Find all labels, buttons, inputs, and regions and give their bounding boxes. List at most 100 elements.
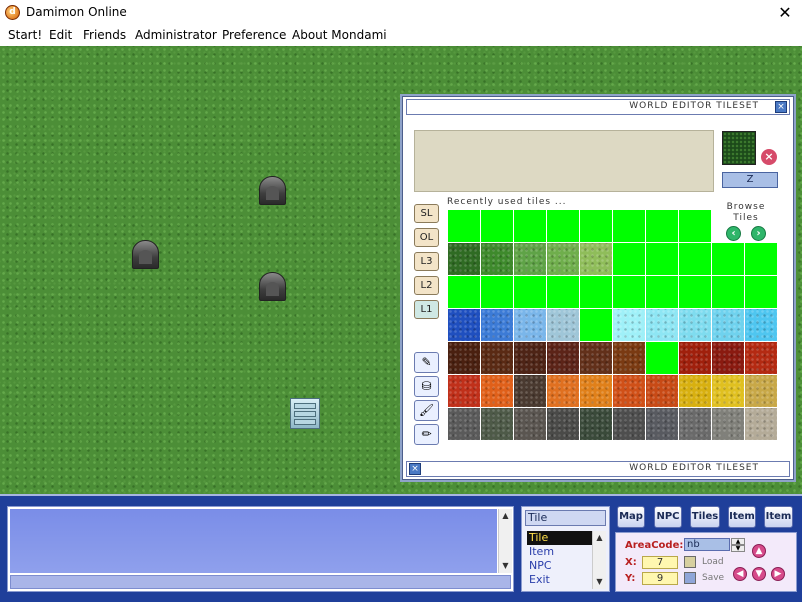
tile-swatch[interactable] <box>646 243 678 275</box>
tile-swatch[interactable] <box>613 408 645 440</box>
tile-swatch[interactable] <box>745 342 777 374</box>
menu-start[interactable]: Start! <box>8 28 42 42</box>
item-button[interactable]: Item <box>728 506 756 528</box>
npc-button[interactable]: NPC <box>654 506 682 528</box>
tile-swatch[interactable] <box>613 210 645 242</box>
scroll-up-icon[interactable]: ▲ <box>593 531 606 545</box>
tile-swatch[interactable] <box>679 408 711 440</box>
tile-swatch[interactable] <box>580 342 612 374</box>
folder-icon[interactable] <box>684 556 696 568</box>
tiles-button[interactable]: Tiles <box>690 506 720 528</box>
save-disk-icon[interactable] <box>684 572 696 584</box>
tile-swatch[interactable] <box>580 210 612 242</box>
chat-input[interactable] <box>10 575 511 589</box>
tile-swatch[interactable] <box>679 342 711 374</box>
tombstone-sprite[interactable] <box>259 176 286 205</box>
tile-swatch[interactable] <box>745 276 777 308</box>
tile-swatch[interactable] <box>481 276 513 308</box>
tile-swatch[interactable] <box>547 276 579 308</box>
mode-list[interactable]: Tile Item NPC Exit <box>527 531 592 589</box>
eraser-icon[interactable]: ✎ <box>414 352 439 373</box>
tile-swatch[interactable] <box>679 309 711 341</box>
tile-swatch[interactable] <box>448 408 480 440</box>
tile-swatch[interactable] <box>481 309 513 341</box>
menu-friends[interactable]: Friends <box>83 28 126 42</box>
chat-scrollbar[interactable]: ▲ ▼ <box>498 509 512 573</box>
tile-swatch[interactable] <box>646 375 678 407</box>
spin-up-icon[interactable]: ▲ <box>731 538 745 545</box>
arrow-right-icon[interactable]: ▶ <box>771 567 785 581</box>
tile-swatch[interactable] <box>613 309 645 341</box>
world-map-canvas[interactable]: WORLD EDITOR TILESET × × Z Recently used… <box>0 46 802 494</box>
x-box-icon[interactable]: × <box>409 463 421 475</box>
tile-swatch[interactable] <box>646 309 678 341</box>
scroll-down-icon[interactable]: ▼ <box>593 575 606 589</box>
tile-swatch[interactable] <box>712 276 744 308</box>
tile-swatch[interactable] <box>613 243 645 275</box>
tile-swatch[interactable] <box>547 408 579 440</box>
tile-swatch[interactable] <box>448 309 480 341</box>
tile-swatch[interactable] <box>547 375 579 407</box>
tile-swatch[interactable] <box>712 342 744 374</box>
tile-swatch[interactable] <box>679 210 711 242</box>
tile-swatch[interactable] <box>514 243 546 275</box>
tile-swatch[interactable] <box>580 243 612 275</box>
mode-item-exit[interactable]: Exit <box>527 573 592 587</box>
tile-swatch[interactable] <box>481 408 513 440</box>
tile-swatch[interactable] <box>745 375 777 407</box>
menu-preference[interactable]: Preference <box>222 28 286 42</box>
load-button[interactable]: Load <box>702 557 724 567</box>
layer-l1-button[interactable]: L1 <box>414 300 439 319</box>
tile-swatch[interactable] <box>679 243 711 275</box>
tile-swatch[interactable] <box>745 243 777 275</box>
mode-item-npc[interactable]: NPC <box>527 559 592 573</box>
tile-swatch[interactable] <box>547 342 579 374</box>
layer-sl-button[interactable]: SL <box>414 204 439 223</box>
tile-swatch[interactable] <box>712 309 744 341</box>
mode-item-item[interactable]: Item <box>527 545 592 559</box>
tile-swatch[interactable] <box>745 309 777 341</box>
close-button[interactable]: ✕ <box>768 0 802 25</box>
tile-swatch[interactable] <box>646 342 678 374</box>
menu-edit[interactable]: Edit <box>49 28 72 42</box>
current-layer-field[interactable]: Z <box>722 172 778 188</box>
tileset-title-bar[interactable]: WORLD EDITOR TILESET × <box>406 99 790 115</box>
tile-swatch[interactable] <box>580 408 612 440</box>
scroll-up-icon[interactable]: ▲ <box>499 509 512 523</box>
tile-swatch[interactable] <box>745 408 777 440</box>
fill-bucket-icon[interactable]: ⛁ <box>414 376 439 397</box>
tile-swatch[interactable] <box>514 210 546 242</box>
tile-swatch[interactable] <box>481 243 513 275</box>
tombstone-sprite[interactable] <box>259 272 286 301</box>
tile-swatch[interactable] <box>613 375 645 407</box>
menu-administrator[interactable]: Administrator <box>135 28 217 42</box>
tile-swatch[interactable] <box>679 375 711 407</box>
tile-swatch[interactable] <box>613 276 645 308</box>
tile-swatch[interactable] <box>679 276 711 308</box>
tile-swatch[interactable] <box>646 276 678 308</box>
tile-swatch[interactable] <box>448 243 480 275</box>
layer-ol-button[interactable]: OL <box>414 228 439 247</box>
tile-swatch[interactable] <box>514 375 546 407</box>
tile-swatch[interactable] <box>448 375 480 407</box>
x-box-icon[interactable]: × <box>775 101 787 113</box>
tile-swatch[interactable] <box>448 276 480 308</box>
mode-item-tile[interactable]: Tile <box>527 531 592 545</box>
tile-swatch[interactable] <box>613 342 645 374</box>
tombstone-sprite[interactable] <box>132 240 159 269</box>
tile-swatch[interactable] <box>712 375 744 407</box>
spin-down-icon[interactable]: ▼ <box>731 545 745 552</box>
tile-swatch[interactable] <box>580 375 612 407</box>
remove-icon[interactable]: × <box>761 149 777 165</box>
menu-about[interactable]: About Mondami <box>292 28 387 42</box>
tile-swatch[interactable] <box>514 342 546 374</box>
tile-swatch[interactable] <box>580 309 612 341</box>
map-button[interactable]: Map <box>617 506 645 528</box>
tile-swatch[interactable] <box>448 210 480 242</box>
tile-swatch[interactable] <box>712 243 744 275</box>
save-button[interactable]: Save <box>702 573 724 583</box>
y-coordinate-field[interactable]: 9 <box>642 572 678 585</box>
mode-scrollbar[interactable]: ▲ ▼ <box>592 531 606 589</box>
layer-l2-button[interactable]: L2 <box>414 276 439 295</box>
arrow-left-icon[interactable]: ◀ <box>733 567 747 581</box>
